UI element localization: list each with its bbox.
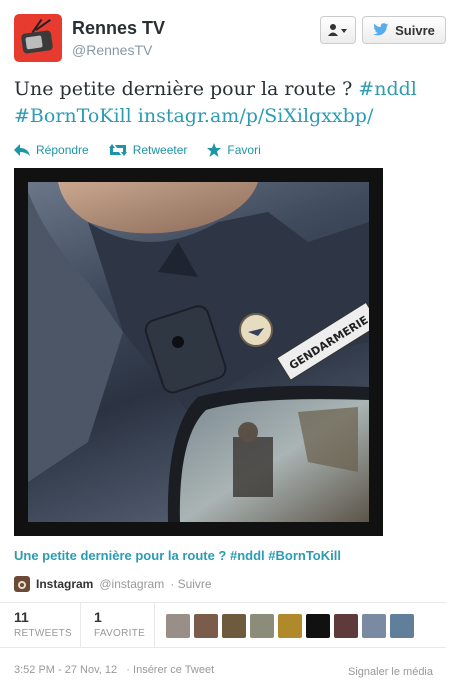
star-icon: [207, 143, 222, 157]
retweeter-avatar[interactable]: [362, 614, 386, 638]
instagram-link[interactable]: instagr.am/p/SiXilgxxbp/: [138, 105, 374, 127]
retweeter-avatar[interactable]: [194, 614, 218, 638]
tv-logo-icon: [20, 30, 54, 54]
reply-label: Répondre: [36, 143, 89, 157]
tweet-actions: Répondre Retweeter Favori: [14, 140, 261, 160]
instagram-photo-frame[interactable]: GENDARMERIE: [14, 168, 383, 536]
media-provider: Instagram @instagram · Suivre: [14, 575, 212, 593]
retweeter-avatar[interactable]: [306, 614, 330, 638]
retweeter-avatar[interactable]: [334, 614, 358, 638]
embed-tweet-link[interactable]: · Insérer ce Tweet: [126, 664, 214, 676]
favorite-label: Favori: [227, 143, 261, 157]
instagram-icon: [14, 576, 30, 592]
person-icon: [328, 24, 347, 36]
profile-name[interactable]: Rennes TV: [72, 18, 165, 39]
tweet-footer: 3:52 PM - 27 Nov, 12 · Insérer ce Tweet: [14, 664, 214, 676]
hashtag-borntokill[interactable]: #BornToKill: [14, 105, 132, 127]
tweet-stats: 11 RETWEETS 1 FAVORITE: [0, 602, 446, 648]
retweet-action[interactable]: Retweeter: [108, 140, 188, 160]
favorite-action[interactable]: Favori: [207, 140, 261, 160]
retweeter-avatar[interactable]: [166, 614, 190, 638]
retweets-label: RETWEETS: [14, 628, 72, 639]
follow-button-label: Suivre: [395, 22, 435, 38]
media-caption[interactable]: Une petite dernière pour la route ? #ndd…: [14, 548, 341, 563]
retweeter-avatar[interactable]: [250, 614, 274, 638]
provider-name[interactable]: Instagram: [36, 577, 93, 591]
tweet-header: Rennes TV @RennesTV Suivre: [14, 12, 450, 62]
follow-button[interactable]: Suivre: [362, 16, 446, 44]
stats-divider: [154, 603, 155, 647]
reply-icon: [14, 144, 30, 156]
user-actions-button[interactable]: [320, 16, 356, 44]
retweeter-avatar[interactable]: [222, 614, 246, 638]
retweets-count: 11: [14, 609, 29, 625]
tv-screen: [25, 35, 43, 50]
retweet-icon: [108, 144, 127, 156]
provider-handle[interactable]: @instagram: [99, 577, 164, 591]
retweeter-avatars: [166, 614, 414, 638]
profile-avatar[interactable]: [14, 14, 62, 62]
instagram-photo[interactable]: GENDARMERIE: [28, 182, 369, 522]
retweeter-avatar[interactable]: [278, 614, 302, 638]
favorites-label: FAVORITE: [94, 628, 146, 639]
tweet-text: Une petite dernière pour la route ? #ndd…: [14, 76, 454, 130]
retweet-label: Retweeter: [132, 143, 188, 157]
report-media-link[interactable]: Signaler le média: [348, 666, 433, 678]
photo-illustration: GENDARMERIE: [28, 182, 369, 522]
retweets-stat[interactable]: 11 RETWEETS: [14, 609, 72, 639]
retweeter-avatar[interactable]: [390, 614, 414, 638]
hashtag-nddl[interactable]: #nddl: [358, 78, 417, 100]
favorites-count: 1: [94, 609, 102, 625]
favorites-stat[interactable]: 1 FAVORITE: [94, 609, 145, 639]
profile-handle[interactable]: @RennesTV: [72, 42, 152, 58]
tweet-text-body: Une petite dernière pour la route ?: [14, 78, 359, 100]
provider-follow-link[interactable]: · Suivre: [170, 577, 211, 591]
reply-action[interactable]: Répondre: [14, 140, 89, 160]
tweet-timestamp[interactable]: 3:52 PM - 27 Nov, 12: [14, 664, 117, 676]
twitter-bird-icon: [373, 23, 389, 36]
stats-divider: [80, 603, 81, 647]
